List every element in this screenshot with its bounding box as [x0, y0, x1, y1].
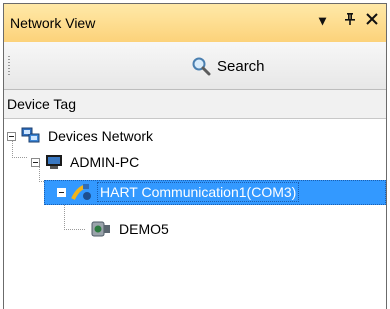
- search-icon: [192, 57, 211, 76]
- node-label: ADMIN-PC: [70, 154, 140, 170]
- pin-icon[interactable]: [344, 12, 356, 29]
- computer-icon: [46, 155, 62, 169]
- tree-node-devices-network[interactable]: Devices Network: [7, 124, 155, 148]
- panel-title-bar: Network View ▾: [4, 4, 386, 43]
- toolbar: Search: [4, 42, 386, 90]
- hart-modem-icon: [71, 184, 91, 200]
- dropdown-icon[interactable]: ▾: [319, 12, 326, 29]
- panel-title: Network View: [10, 15, 96, 31]
- collapse-toggle[interactable]: [7, 131, 16, 141]
- field-device-icon: [91, 221, 110, 237]
- network-icon: [21, 127, 40, 143]
- close-icon[interactable]: [366, 12, 378, 28]
- tree-connector: [64, 229, 86, 230]
- node-label: Devices Network: [48, 128, 154, 144]
- device-tree: Devices Network ADMIN-PC HART Communicat…: [4, 119, 386, 309]
- node-label: HART Communication1(COM3): [96, 182, 300, 202]
- search-button[interactable]: Search: [191, 54, 265, 78]
- collapse-toggle[interactable]: [57, 187, 66, 197]
- network-view-panel: Network View ▾ Search Device Tag Devices…: [3, 3, 387, 309]
- node-label: DEMO5: [119, 221, 169, 237]
- toolbar-grip[interactable]: [8, 56, 10, 76]
- collapse-toggle[interactable]: [31, 157, 40, 167]
- tree-node-demo5[interactable]: DEMO5: [90, 217, 171, 241]
- search-label: Search: [217, 57, 265, 75]
- tree-node-admin-pc[interactable]: ADMIN-PC: [31, 150, 141, 174]
- tree-connector: [12, 157, 28, 158]
- tree-node-hart-communication[interactable]: HART Communication1(COM3): [57, 180, 300, 204]
- column-header-label: Device Tag: [7, 96, 77, 112]
- column-header-device-tag[interactable]: Device Tag: [4, 90, 386, 119]
